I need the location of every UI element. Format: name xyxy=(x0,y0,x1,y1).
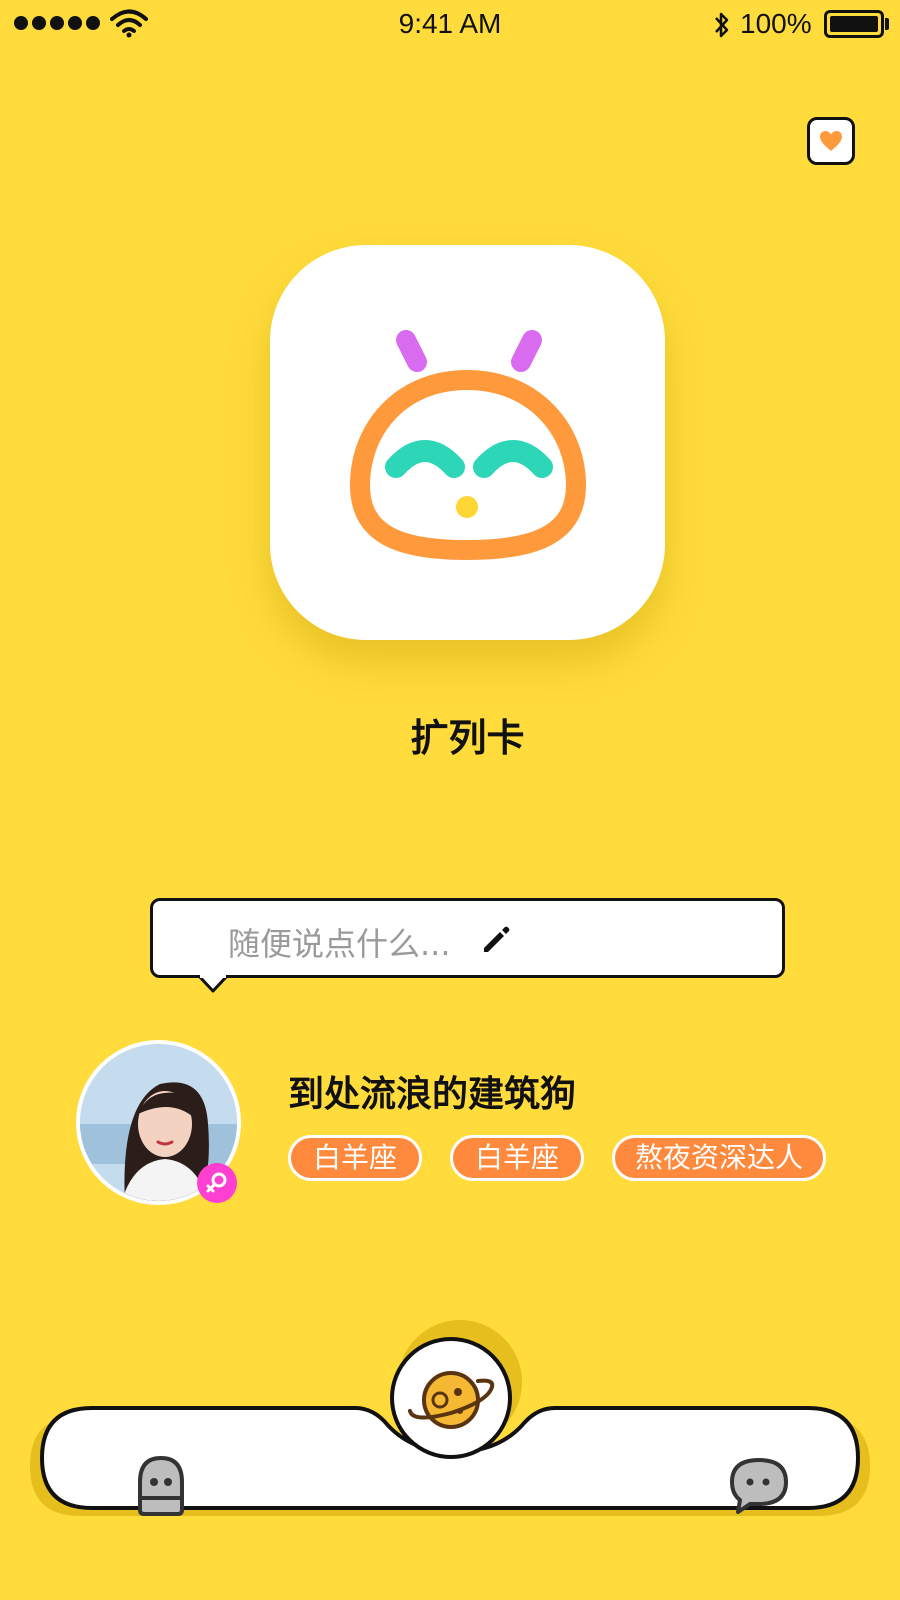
username: 到处流浪的建筑狗 xyxy=(288,1074,577,1115)
ghost-icon xyxy=(138,1455,184,1516)
tag-chip[interactable]: 白羊座 xyxy=(450,1135,585,1181)
bluetooth-icon xyxy=(715,12,729,38)
chat-tab-button[interactable] xyxy=(728,1456,790,1514)
app-name: 扩列卡 xyxy=(410,716,525,760)
bubble-tail xyxy=(198,975,228,993)
explore-tab-button[interactable] xyxy=(388,1335,514,1461)
battery-icon xyxy=(824,10,884,38)
status-bar: 9:41 AM 100% xyxy=(0,0,900,50)
composer-placeholder: 随便说点什么... xyxy=(228,925,451,963)
heart-icon xyxy=(820,131,842,151)
profile-tags: 白羊座 白羊座 熬夜资深达人 xyxy=(288,1135,827,1181)
profile-tab-button[interactable] xyxy=(134,1454,188,1518)
tag-chip[interactable]: 白羊座 xyxy=(288,1135,423,1181)
app-icon xyxy=(270,245,665,640)
battery-percentage: 100% xyxy=(740,8,812,39)
tag-chip[interactable]: 熬夜资深达人 xyxy=(612,1135,827,1181)
mascot-logo xyxy=(349,330,587,561)
planet-icon xyxy=(390,1337,512,1459)
battery-nub xyxy=(885,18,889,30)
pencil-icon[interactable] xyxy=(479,923,511,955)
gender-badge xyxy=(197,1163,237,1203)
favorite-button[interactable] xyxy=(807,117,855,165)
female-icon xyxy=(206,1172,227,1193)
chat-bubble-icon xyxy=(730,1458,788,1514)
message-composer[interactable]: 随便说点什么... xyxy=(150,898,785,978)
